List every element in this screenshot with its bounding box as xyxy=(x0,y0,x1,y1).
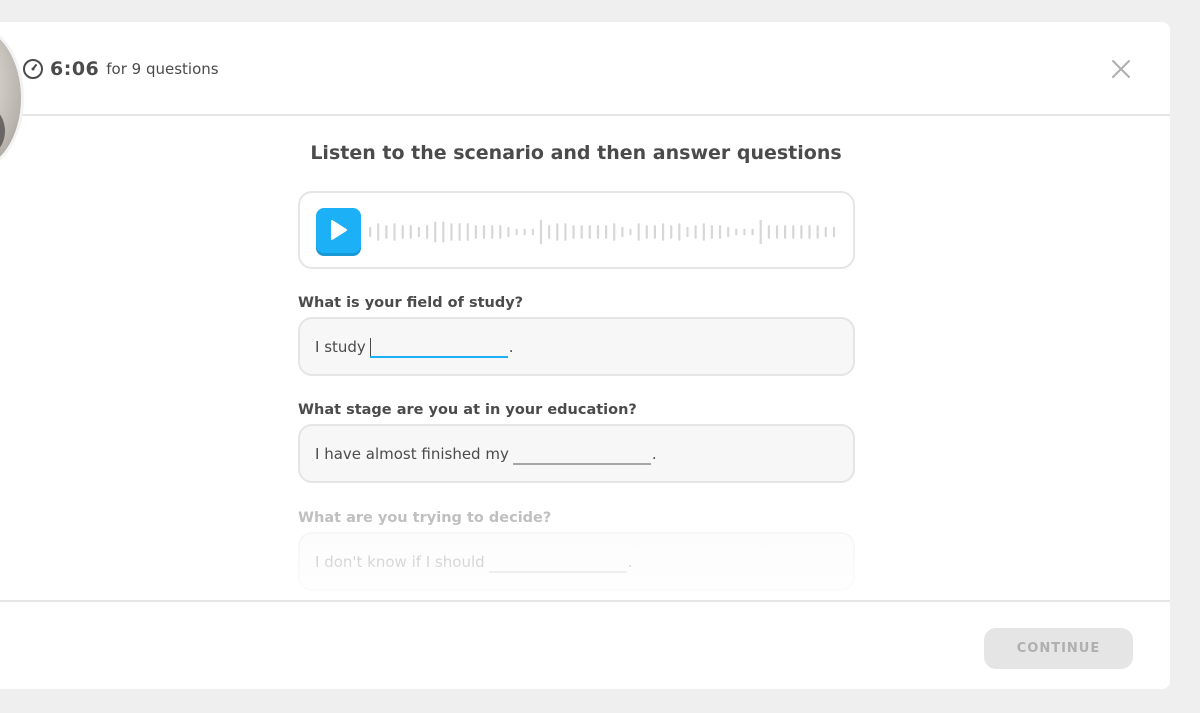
question-2-label: What stage are you at in your education? xyxy=(298,402,637,418)
waveform-bar xyxy=(808,225,811,239)
waveform-bar xyxy=(393,223,396,241)
waveform-bar xyxy=(450,223,453,241)
waveform-bar xyxy=(401,225,404,239)
question-3-blank-input[interactable] xyxy=(488,551,627,573)
footer: CONTINUE xyxy=(0,600,1170,689)
continue-button[interactable]: CONTINUE xyxy=(984,628,1133,669)
waveform-bar xyxy=(792,225,795,239)
waveform-bar xyxy=(491,225,494,239)
waveform-bar xyxy=(767,225,770,239)
waveform-bar xyxy=(596,225,600,239)
page-title: Listen to the scenario and then answer q… xyxy=(310,142,842,164)
waveform-bar xyxy=(678,223,681,241)
waveform-bar xyxy=(482,225,486,239)
question-3-label: What are you trying to decide? xyxy=(298,510,552,526)
waveform-bar xyxy=(369,226,372,238)
exercise-card: 6:06 for 9 questions Listen to the scena… xyxy=(0,22,1170,689)
waveform-bar xyxy=(832,226,836,238)
waveform-bar xyxy=(531,228,534,236)
question-1-answer-box: I study . xyxy=(298,317,855,376)
waveform-bar xyxy=(702,223,705,241)
waveform-bar xyxy=(759,219,762,245)
waveform-bar xyxy=(824,226,827,238)
timer: 6:06 for 9 questions xyxy=(22,58,219,80)
timer-question-count: for 9 questions xyxy=(106,60,219,78)
waveform-bar xyxy=(409,225,412,239)
question-1-blank-input[interactable] xyxy=(369,336,508,358)
question-2-blank-input[interactable] xyxy=(512,443,651,465)
waveform-bar xyxy=(800,225,803,239)
waveform-bar xyxy=(751,228,754,236)
waveform-bar xyxy=(710,225,713,239)
question-1-label: What is your field of study? xyxy=(298,295,524,311)
waveform-bar xyxy=(548,225,551,239)
waveform-bar xyxy=(474,225,477,239)
waveform-bar xyxy=(645,225,648,239)
question-2-answer-box: I have almost finished my . xyxy=(298,424,855,483)
waveform-bar xyxy=(556,223,559,241)
waveform-bar xyxy=(466,223,469,241)
waveform-bar xyxy=(572,225,575,239)
waveform-bar xyxy=(662,223,665,241)
waveform-bar xyxy=(727,226,730,238)
question-3-answer-box: I don't know if I should . xyxy=(298,532,855,591)
waveform-bar xyxy=(588,225,591,239)
waveform-bar xyxy=(499,225,502,239)
waveform-bar xyxy=(458,223,461,241)
webcam-figure xyxy=(0,101,5,161)
waveform-bar xyxy=(613,223,616,241)
waveform-bar xyxy=(784,225,787,239)
question-2-prefix: I have almost finished my xyxy=(315,444,509,463)
timer-value: 6:06 xyxy=(50,58,100,80)
question-3-suffix: . xyxy=(627,552,633,571)
question-2-suffix: . xyxy=(651,444,657,463)
waveform-bar xyxy=(564,223,567,241)
waveform-bar xyxy=(377,223,380,241)
audio-player xyxy=(298,191,855,269)
waveform-bar xyxy=(605,225,608,239)
waveform-bar xyxy=(442,221,445,243)
audio-waveform[interactable] xyxy=(368,216,840,248)
waveform-bar xyxy=(385,225,388,239)
question-1-prefix: I study xyxy=(315,337,366,356)
waveform-bar xyxy=(686,226,689,238)
waveform-bar xyxy=(539,219,543,245)
waveform-bar xyxy=(670,225,673,239)
waveform-bar xyxy=(515,228,518,236)
waveform-bar xyxy=(621,226,624,238)
waveform-bar xyxy=(417,226,420,238)
question-3-prefix: I don't know if I should xyxy=(315,552,485,571)
waveform-bar xyxy=(523,228,526,236)
waveform-bar xyxy=(434,221,437,243)
close-button[interactable] xyxy=(1110,58,1132,80)
waveform-bar xyxy=(775,225,779,239)
waveform-bar xyxy=(426,225,429,239)
waveform-bar xyxy=(743,228,746,236)
waveform-bar xyxy=(735,228,738,236)
question-1-suffix: . xyxy=(508,337,514,356)
play-icon xyxy=(331,220,347,240)
waveform-bar xyxy=(637,223,640,241)
clock-icon xyxy=(22,58,44,80)
waveform-bar xyxy=(580,225,583,239)
waveform-bar xyxy=(653,225,656,239)
waveform-bar xyxy=(629,228,632,236)
waveform-bar xyxy=(718,225,722,239)
waveform-bar xyxy=(816,225,819,239)
waveform-bar xyxy=(507,226,510,238)
waveform-bar xyxy=(694,225,697,239)
close-icon xyxy=(1112,60,1130,78)
header: 6:06 for 9 questions xyxy=(0,22,1170,172)
play-button[interactable] xyxy=(316,208,361,253)
